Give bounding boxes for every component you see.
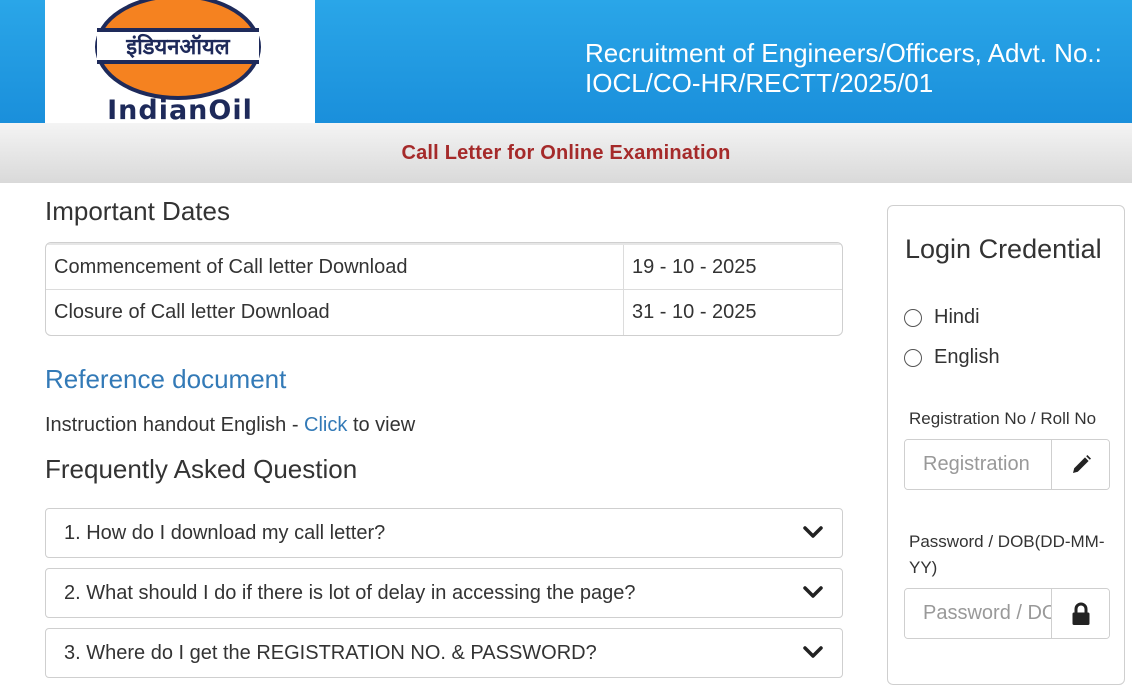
language-label: English bbox=[934, 346, 1000, 368]
subtitle-text: Call Letter for Online Examination bbox=[401, 141, 731, 164]
chevron-down-icon bbox=[803, 646, 823, 658]
subtitle-bar: Call Letter for Online Examination bbox=[0, 123, 1132, 183]
language-option-english[interactable]: English bbox=[904, 346, 1000, 369]
instruction-handout-link[interactable]: Click bbox=[304, 414, 347, 436]
login-heading: Login Credential bbox=[905, 234, 1102, 264]
chevron-down-icon bbox=[803, 526, 823, 538]
instruction-handout-line: Instruction handout English - Click to v… bbox=[45, 414, 415, 437]
instruction-suffix: to view bbox=[347, 414, 416, 436]
password-label: Password / DOB(DD-MM-YY) bbox=[909, 532, 1105, 577]
important-dates-heading: Important Dates bbox=[45, 196, 230, 226]
pencil-icon bbox=[1051, 440, 1109, 489]
registration-label: Registration No / Roll No bbox=[909, 409, 1097, 428]
english-radio[interactable] bbox=[904, 348, 922, 367]
logo-hindi-text: इंडियनऑयल bbox=[97, 28, 259, 64]
page-title: Recruitment of Engineers/Officers, Advt.… bbox=[585, 38, 1102, 98]
lock-icon bbox=[1051, 589, 1109, 638]
faq-heading: Frequently Asked Question bbox=[45, 454, 358, 484]
date-value: 31 - 10 - 2025 bbox=[632, 301, 757, 323]
hindi-radio[interactable] bbox=[904, 308, 922, 327]
language-option-hindi[interactable]: Hindi bbox=[904, 306, 980, 329]
language-label: Hindi bbox=[934, 306, 980, 328]
password-input-group bbox=[904, 588, 1110, 639]
password-input[interactable] bbox=[905, 589, 1051, 638]
registration-input[interactable] bbox=[905, 440, 1051, 489]
faq-item[interactable]: 3. Where do I get the REGISTRATION NO. &… bbox=[45, 628, 843, 678]
faq-item[interactable]: 2. What should I do if there is lot of d… bbox=[45, 568, 843, 618]
instruction-prefix: Instruction handout English - bbox=[45, 414, 305, 436]
date-label: Commencement of Call letter Download bbox=[46, 245, 624, 289]
faq-question: 2. What should I do if there is lot of d… bbox=[64, 581, 636, 604]
date-label: Closure of Call letter Download bbox=[46, 290, 624, 335]
registration-input-group bbox=[904, 439, 1110, 490]
faq-question: 3. Where do I get the REGISTRATION NO. &… bbox=[64, 641, 597, 664]
login-panel: Login Credential Hindi English Registrat… bbox=[887, 205, 1125, 685]
reference-document-heading: Reference document bbox=[45, 364, 287, 394]
logo-brand-text: IndianOil bbox=[107, 95, 253, 123]
faq-item[interactable]: 1. How do I download my call letter? bbox=[45, 508, 843, 558]
faq-question: 1. How do I download my call letter? bbox=[64, 521, 386, 544]
table-row: Commencement of Call letter Download 19 … bbox=[46, 243, 842, 289]
page-header: इंडियनऑयल IndianOil Recruitment of Engin… bbox=[0, 0, 1132, 123]
important-dates-table: Commencement of Call letter Download 19 … bbox=[45, 242, 843, 336]
indianoil-logo: इंडियनऑयल IndianOil bbox=[45, 0, 315, 123]
table-row: Closure of Call letter Download 31 - 10 … bbox=[46, 289, 842, 335]
chevron-down-icon bbox=[803, 586, 823, 598]
date-value: 19 - 10 - 2025 bbox=[632, 255, 757, 278]
